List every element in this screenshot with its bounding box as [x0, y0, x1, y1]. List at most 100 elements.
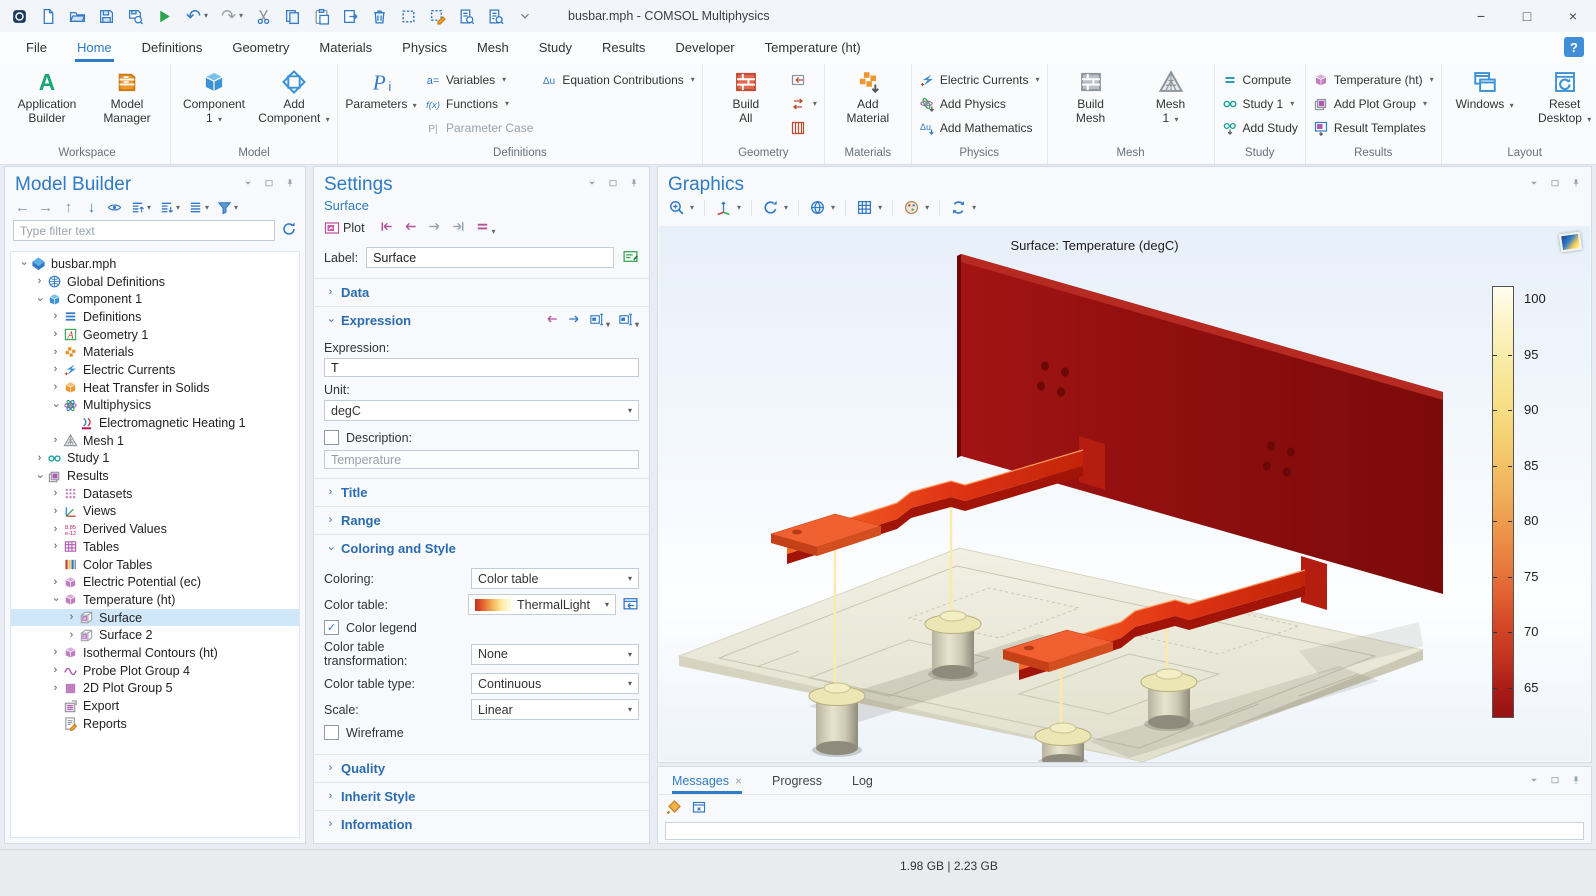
expand-all-button[interactable]: ▾ — [159, 200, 180, 215]
arrow-left-button[interactable]: ← — [15, 200, 30, 215]
color-legend-checkbox[interactable]: ✓ — [324, 620, 339, 635]
scale-select[interactable]: Linear ▾ — [471, 699, 639, 720]
copy-button[interactable] — [283, 7, 302, 26]
ribbon-button-windows[interactable]: Windows ▾ — [1449, 64, 1521, 111]
help-button[interactable]: ? — [1564, 37, 1584, 57]
expander-icon[interactable]: › — [18, 257, 29, 270]
tree-item-color-tables[interactable]: Color Tables — [11, 556, 299, 574]
coloring-select[interactable]: Color table ▾ — [471, 568, 639, 589]
menu-tab-results[interactable]: Results — [602, 32, 645, 62]
save-button[interactable] — [97, 7, 116, 26]
ribbon-button-mesh-1[interactable]: Mesh1 ▾ — [1135, 64, 1207, 126]
goto-first-button[interactable] — [379, 219, 394, 237]
tree-item-reports[interactable]: Reports — [11, 715, 299, 733]
ribbon-button-variables[interactable]: a=Variables▾ — [425, 70, 533, 89]
goto-prev-button[interactable] — [403, 219, 418, 237]
section-inherit-style-header[interactable]: › Inherit Style — [314, 783, 649, 810]
ribbon-button-parameter-case[interactable]: P|Parameter Case — [425, 118, 533, 137]
arrow-up-button[interactable]: ↑ — [61, 200, 76, 215]
image-settings-button[interactable]: ▾ — [903, 199, 929, 216]
plot-button[interactable]: Plot — [324, 220, 365, 236]
ribbon-button-result-templates[interactable]: Result Templates — [1313, 118, 1434, 137]
menu-tab-materials[interactable]: Materials — [319, 32, 372, 62]
select-box-button[interactable] — [399, 7, 418, 26]
menu-tab-temperature-ht[interactable]: Temperature (ht) — [765, 32, 861, 62]
menu-tab-file[interactable]: File — [26, 32, 47, 62]
panel-float-icon[interactable] — [262, 176, 276, 190]
unit-select[interactable]: degC ▾ — [324, 400, 639, 421]
transformation-select[interactable]: None ▾ — [471, 644, 639, 665]
panel-caret-icon[interactable] — [1527, 176, 1541, 190]
ribbon-button-add-study[interactable]: Add Study — [1222, 118, 1298, 137]
panel-caret-icon[interactable] — [241, 176, 255, 190]
rotate-button[interactable]: ▾ — [762, 199, 788, 216]
open-button[interactable] — [68, 7, 87, 26]
ribbon-button-build-mesh[interactable]: BuildMesh — [1055, 64, 1127, 126]
tree-item-multiphysics[interactable]: ›Multiphysics — [11, 397, 299, 415]
duplicate-button[interactable] — [341, 7, 360, 26]
doc-search2-button[interactable] — [486, 7, 505, 26]
ribbon-button-add-mathematics[interactable]: ΔuAdd Mathematics — [919, 118, 1040, 137]
open-color-table-icon[interactable] — [622, 595, 639, 612]
cut-button[interactable] — [254, 7, 273, 26]
axes-view-button[interactable]: ▾ — [715, 199, 741, 216]
tree-item-probe-plot-group-4[interactable]: ›Probe Plot Group 4 — [11, 662, 299, 680]
tree-item-component-1[interactable]: ›Component 1 — [11, 290, 299, 308]
grid-view-button[interactable]: ▾ — [856, 199, 882, 216]
messages-output[interactable] — [665, 822, 1584, 840]
expander-icon[interactable]: › — [49, 577, 62, 588]
label-input[interactable] — [366, 247, 614, 268]
tree-item-geometry-1[interactable]: ›AGeometry 1 — [11, 326, 299, 344]
delete-button[interactable] — [370, 7, 389, 26]
save-search-button[interactable] — [126, 7, 145, 26]
minimize-button[interactable]: − — [1458, 0, 1504, 32]
select-pen-button[interactable] — [428, 7, 447, 26]
plot-thumbnail-icon[interactable] — [1559, 232, 1582, 253]
ribbon-button-reset-desktop[interactable]: ResetDesktop ▾ — [1529, 64, 1596, 126]
undo-button[interactable]: ↶▾ — [184, 7, 209, 26]
messages-tab-log[interactable]: Log — [852, 767, 873, 794]
menu-tab-study[interactable]: Study — [539, 32, 572, 62]
panel-caret-icon[interactable] — [1527, 773, 1541, 787]
ribbon-button-insert-sequence-icon[interactable] — [790, 70, 817, 89]
tree-item-definitions[interactable]: ›Definitions — [11, 308, 299, 326]
zoom-button[interactable]: ▾ — [668, 199, 694, 216]
next-expression-button[interactable] — [567, 312, 581, 329]
plot-area[interactable]: Surface: Temperature (degC) — [659, 226, 1590, 761]
expander-icon[interactable]: › — [34, 470, 45, 483]
arrow-down-button[interactable]: ↓ — [84, 200, 99, 215]
update-plot-button[interactable]: ▾ — [950, 199, 976, 216]
expander-icon[interactable]: › — [49, 435, 62, 446]
close-button[interactable]: × — [1550, 0, 1596, 32]
expander-icon[interactable]: › — [49, 488, 62, 499]
ribbon-button-virtual-operations-icon[interactable] — [790, 118, 817, 137]
expander-icon[interactable]: › — [49, 347, 62, 358]
refresh-icon[interactable] — [281, 221, 297, 240]
expander-icon[interactable]: › — [65, 630, 78, 641]
tree-item-results[interactable]: ›Results — [11, 467, 299, 485]
expression-input[interactable] — [324, 358, 639, 377]
menu-tab-developer[interactable]: Developer — [675, 32, 734, 62]
expander-icon[interactable]: › — [49, 665, 62, 676]
ribbon-button-parameters[interactable]: PiParameters ▾ — [345, 64, 417, 111]
menu-tab-definitions[interactable]: Definitions — [142, 32, 203, 62]
ribbon-button-compute[interactable]: Compute — [1222, 70, 1298, 89]
close-icon[interactable]: × — [735, 774, 742, 788]
tree-item-views[interactable]: ›Views — [11, 503, 299, 521]
expander-icon[interactable]: › — [49, 647, 62, 658]
expander-icon[interactable]: › — [65, 612, 78, 623]
tree-item-derived-values[interactable]: ›8.85e-12Derived Values — [11, 520, 299, 538]
ribbon-button-build-all[interactable]: BuildAll — [710, 64, 782, 126]
ribbon-button-electric-currents[interactable]: Electric Currents▾ — [919, 70, 1040, 89]
goto-next-button[interactable] — [427, 219, 442, 237]
expander-icon[interactable]: › — [49, 506, 62, 517]
tree-item-mesh-1[interactable]: ›Mesh 1 — [11, 432, 299, 450]
section-quality-header[interactable]: › Quality — [314, 755, 649, 782]
previous-expression-button[interactable] — [545, 312, 559, 329]
expander-icon[interactable]: › — [50, 593, 61, 606]
brush-button[interactable] — [666, 799, 682, 818]
expander-icon[interactable]: › — [49, 683, 62, 694]
expander-icon[interactable]: › — [49, 541, 62, 552]
ribbon-button-study-1[interactable]: Study 1▾ — [1222, 94, 1298, 113]
expander-icon[interactable]: › — [49, 329, 62, 340]
